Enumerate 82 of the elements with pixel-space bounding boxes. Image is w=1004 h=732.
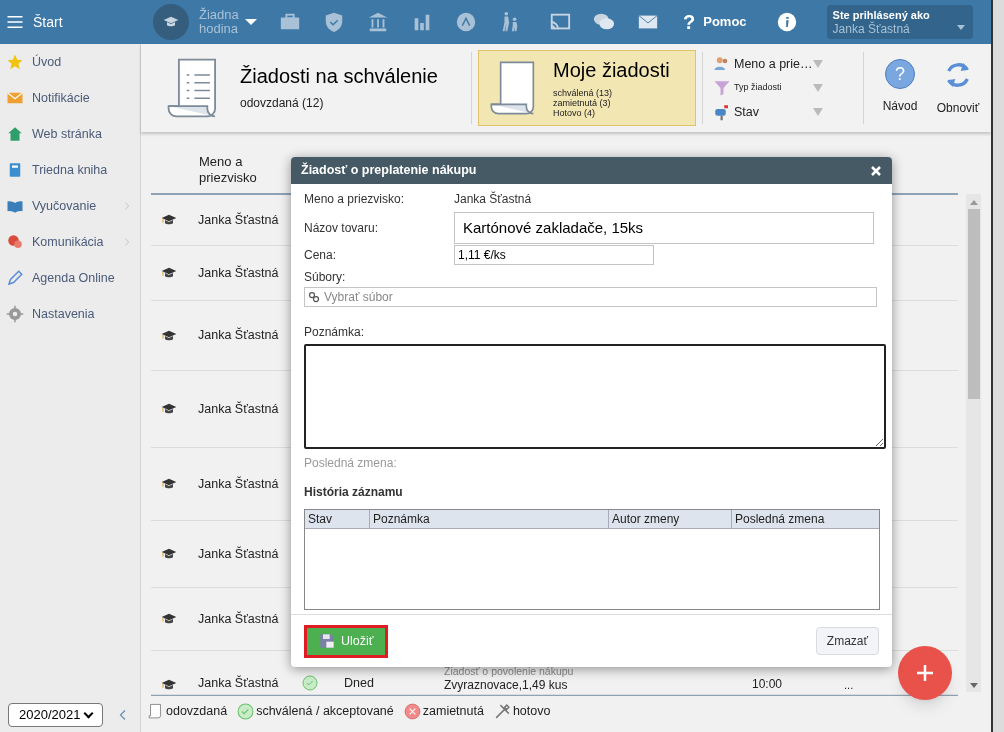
table-cell-text: Janka Šťastná: [198, 674, 280, 693]
table-cell-text: Janka Šťastná: [198, 610, 280, 628]
scrollbar[interactable]: [966, 194, 981, 692]
field-label: Súbory:: [304, 269, 347, 284]
price-field[interactable]: 1,11 €/ks: [454, 245, 654, 265]
table-cell-text: Zvyraznovace,1,49 kus: [444, 678, 569, 693]
circle-icon[interactable]: [455, 11, 477, 33]
sidebar-item[interactable]: Notifikácie: [0, 80, 140, 116]
document-icon: [147, 702, 164, 720]
field-label: Poznámka:: [304, 324, 366, 339]
column-header[interactable]: Poznámka: [370, 510, 609, 528]
add-button[interactable]: [898, 646, 952, 700]
table-cell-text: Janka Šťastná: [198, 400, 280, 418]
column-header[interactable]: Posledná zmena: [732, 510, 879, 528]
bank-icon[interactable]: [367, 11, 389, 33]
close-icon[interactable]: [870, 164, 882, 177]
graduation-cap-icon: [163, 15, 179, 29]
section-title: História záznamu: [304, 484, 404, 501]
table-cell-text: Dned: [344, 675, 375, 693]
field-label: Názov tovaru:: [304, 219, 380, 237]
menu-icon[interactable]: [6, 13, 24, 31]
field-label: Meno a priezvisko:: [304, 191, 406, 208]
field-label: Cena:: [304, 247, 338, 264]
column-header[interactable]: Autor zmeny: [609, 510, 732, 528]
user-menu[interactable]: Ste prihlásený ako Janka Šťastná: [826, 5, 973, 39]
field-label: Posledná zmena:: [304, 455, 398, 472]
graduation-cap-button[interactable]: [153, 4, 189, 40]
question-mark-icon[interactable]: ?: [683, 7, 696, 37]
sidebar-item[interactable]: Triedna kniha: [0, 152, 140, 188]
filter-dropdown[interactable]: Typ žiadosti: [713, 78, 823, 98]
funnel-icon: [713, 79, 731, 97]
sidebar-item[interactable]: Web stránka: [0, 116, 140, 152]
table-cell-text: Janka Šťastná: [198, 211, 280, 229]
shield-icon[interactable]: [323, 11, 345, 33]
table-cell-text: Janka Šťastná: [198, 264, 280, 282]
toolbar-button[interactable]: ? Návod: [878, 59, 922, 117]
table-cell-text: Žiadosť o povolenie nákupu: [444, 665, 575, 678]
file-field[interactable]: Vybrať súbor: [304, 287, 877, 307]
legend-label: hotovo: [512, 702, 551, 720]
table-cell-text: 10:00: [752, 676, 783, 693]
chevron-right-icon: [122, 201, 132, 211]
plus-icon: [916, 664, 934, 682]
settings-icon: [6, 305, 24, 323]
chat-icon: [6, 233, 24, 251]
table-cell-text: Janka Šťastná: [198, 545, 280, 563]
help-link[interactable]: Pomoc: [703, 12, 747, 32]
link-icon: [308, 291, 320, 303]
field-value: Janka Šťastná: [454, 190, 532, 208]
category-card[interactable]: Žiadosti na schválenie odovzdaná (12): [149, 50, 465, 126]
column-header[interactable]: Stav: [305, 510, 370, 528]
sidebar-item[interactable]: Vyučovanie: [0, 188, 140, 224]
delete-button[interactable]: Zmazať: [815, 627, 879, 655]
cross-circle-icon: [403, 702, 421, 720]
star-icon: [6, 53, 24, 71]
dialog-title: Žiadosť o preplatenie nákupu: [301, 161, 477, 180]
year-select[interactable]: 2020/2021: [8, 703, 103, 727]
info-icon[interactable]: [776, 12, 797, 32]
table-cell-text: Janka Šťastná: [198, 475, 280, 493]
category-card[interactable]: Moje žiadosti schválená (13) zamietnutá (3) Hotovo (4): [478, 50, 696, 126]
filter-dropdown[interactable]: Meno a prie…: [713, 54, 823, 74]
tools-icon: [493, 702, 511, 720]
sidebar-item[interactable]: Agenda Online: [0, 260, 140, 296]
product-field[interactable]: Kartónové zakladače, 15ks: [454, 211, 874, 244]
legend-label: schválená / akceptované: [256, 702, 394, 720]
sidebar-item[interactable]: Nastavenia: [0, 296, 140, 332]
table-cell-text: Janka Šťastná: [198, 326, 280, 345]
note-field[interactable]: [304, 344, 886, 449]
house-icon: [6, 125, 24, 143]
start-label[interactable]: Štart: [33, 11, 153, 33]
sidebar-item[interactable]: Komunikácia: [0, 224, 140, 260]
sidebar-item[interactable]: Úvod: [0, 44, 140, 80]
more-link[interactable]: ...: [844, 676, 854, 693]
toolbar-button[interactable]: Obnoviť: [936, 59, 980, 117]
legend-label: odovzdaná: [166, 702, 228, 720]
legend-label: zamietnutá: [422, 702, 484, 720]
pen-icon: [6, 269, 24, 287]
column-header[interactable]: Meno a priezvisko: [199, 153, 269, 186]
help-icon: ?: [885, 59, 915, 89]
mailbox-icon: [713, 103, 731, 121]
filter-dropdown[interactable]: Stav: [713, 102, 823, 122]
check-circle-icon: [237, 702, 255, 720]
chevron-right-icon: [122, 237, 132, 247]
